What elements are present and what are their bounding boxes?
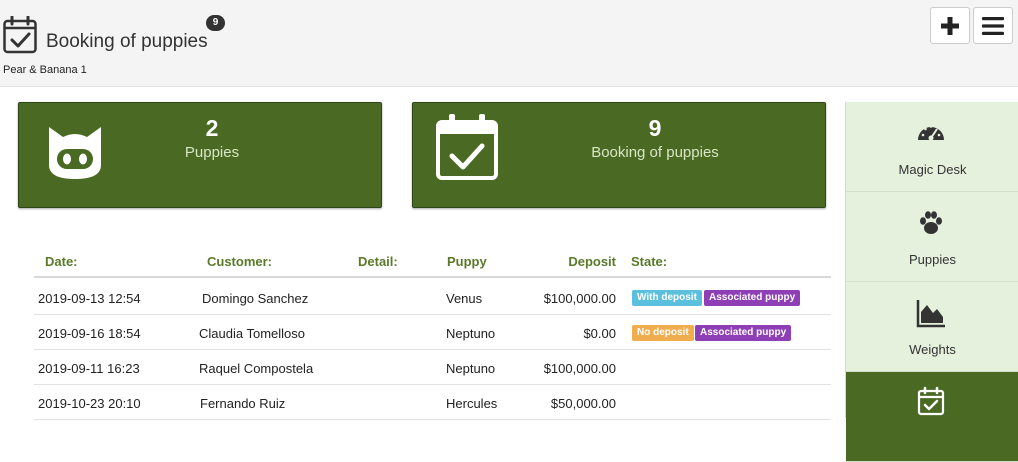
- area-chart-icon: [916, 300, 945, 328]
- cell-customer: Fernando Ruiz: [200, 396, 286, 411]
- dashboard-gauge-icon: [918, 125, 944, 141]
- column-header-puppy[interactable]: Puppy: [447, 254, 487, 269]
- puppies-label: Puppies: [184, 144, 240, 161]
- menu-button[interactable]: [973, 7, 1013, 44]
- cell-customer: Domingo Sanchez: [202, 291, 309, 306]
- sidebar-item-weights[interactable]: Weights: [846, 282, 1018, 372]
- cell-deposit: $100,000.00: [543, 361, 616, 376]
- sidebar-item-label: Weights: [909, 342, 956, 357]
- bookings-stat-card[interactable]: 9 Booking of puppies: [412, 102, 826, 208]
- sidebar-nav: Magic Desk Puppies Weights: [845, 102, 1018, 462]
- page-header: Booking of puppies 9 Pear & Banana 1: [0, 0, 1018, 87]
- table-row[interactable]: 2019-09-11 16:23 Raquel Compostela Neptu…: [34, 350, 831, 385]
- cell-date: 2019-09-11 16:23: [38, 361, 140, 376]
- bookings-label: Booking of puppies: [591, 144, 719, 161]
- table-header-row: Date: Customer: Detail: Puppy Deposit St…: [34, 244, 831, 278]
- page-subtitle: Pear & Banana 1: [3, 64, 87, 76]
- status-badge: With deposit: [632, 290, 702, 306]
- paw-icon: [920, 211, 942, 234]
- hamburger-icon: [982, 16, 1004, 35]
- calendar-check-icon: [917, 386, 945, 416]
- cell-puppy: Neptuno: [446, 361, 496, 376]
- cell-customer: Raquel Compostela: [199, 361, 314, 376]
- sidebar-item-label: Magic Desk: [898, 162, 967, 177]
- cell-date: 2019-10-23 20:10: [38, 396, 141, 411]
- column-header-date[interactable]: Date:: [45, 254, 78, 269]
- status-badge: Associated puppy: [695, 325, 792, 341]
- column-header-customer[interactable]: Customer:: [207, 254, 272, 269]
- cell-customer: Claudia Tomelloso: [199, 326, 305, 341]
- table-row[interactable]: 2019-10-23 20:10 Fernando Ruiz Hercules …: [34, 385, 831, 420]
- puppies-stat-card[interactable]: 2 Puppies: [18, 102, 382, 208]
- table-row[interactable]: 2019-09-13 12:54 Domingo Sanchez Venus $…: [34, 280, 831, 315]
- status-badge: Associated puppy: [704, 290, 801, 306]
- page-title: Booking of puppies: [46, 31, 208, 52]
- plus-icon: [941, 16, 959, 35]
- sidebar-item-bookings[interactable]: [846, 372, 1018, 462]
- bookings-count: 9: [648, 115, 662, 141]
- cell-puppy: Neptuno: [446, 326, 496, 341]
- status-badge: No deposit: [632, 325, 694, 341]
- sidebar-item-label: Puppies: [909, 252, 956, 267]
- count-badge: 9: [206, 15, 225, 31]
- column-header-deposit[interactable]: Deposit: [534, 254, 616, 269]
- cell-puppy: Hercules: [446, 396, 498, 411]
- calendar-check-icon: [3, 16, 37, 54]
- cell-deposit: $0.00: [583, 326, 616, 341]
- cell-date: 2019-09-16 18:54: [38, 326, 141, 341]
- cell-date: 2019-09-13 12:54: [38, 291, 141, 306]
- calendar-check-icon: [436, 114, 498, 180]
- column-header-state[interactable]: State:: [631, 254, 667, 269]
- cell-puppy: Venus: [446, 291, 483, 306]
- puppies-count: 2: [205, 115, 219, 141]
- sidebar-item-magic-desk[interactable]: Magic Desk: [846, 102, 1018, 192]
- add-button[interactable]: [930, 7, 970, 44]
- cat-face-icon: [49, 127, 101, 179]
- column-header-detail[interactable]: Detail:: [358, 254, 398, 269]
- sidebar-item-puppies[interactable]: Puppies: [846, 192, 1018, 282]
- table-row[interactable]: 2019-09-16 18:54 Claudia Tomelloso Neptu…: [34, 315, 831, 350]
- cell-deposit: $50,000.00: [550, 396, 616, 411]
- cell-deposit: $100,000.00: [543, 291, 616, 306]
